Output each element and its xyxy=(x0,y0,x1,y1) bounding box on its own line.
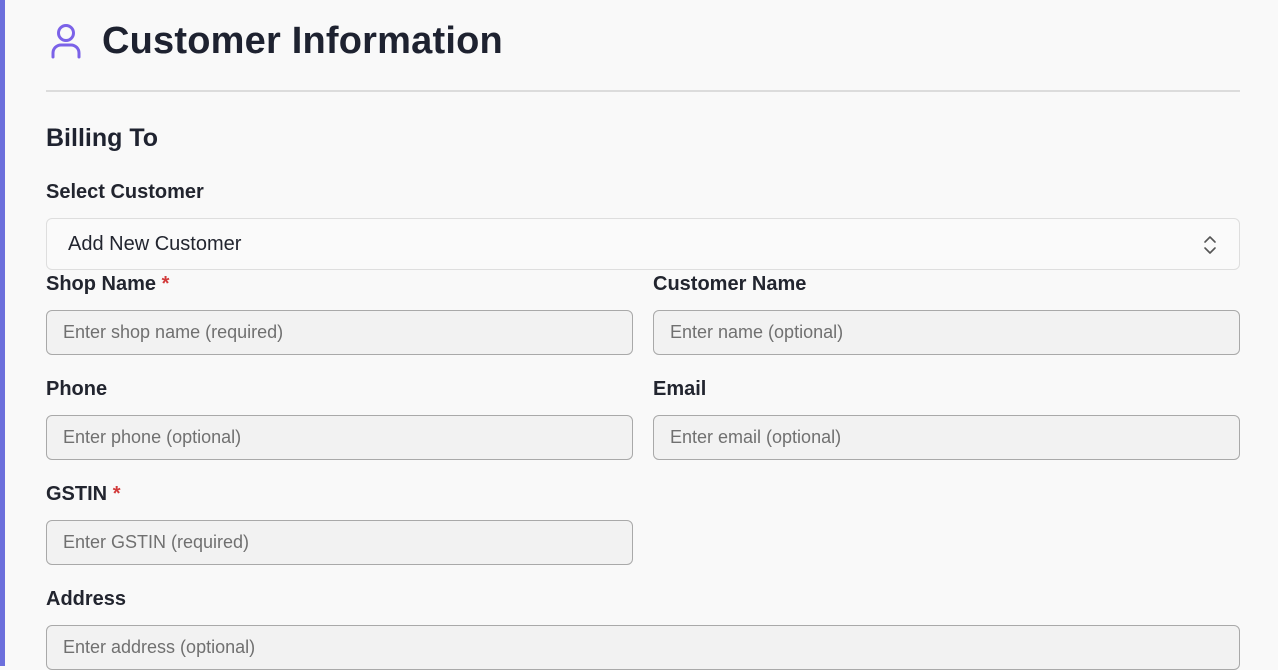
gstin-label: GSTIN * xyxy=(46,483,120,506)
page-title: Customer Information xyxy=(102,19,503,62)
shop-name-label-text: Shop Name xyxy=(46,273,157,295)
gstin-label-text: GSTIN xyxy=(46,483,108,505)
page-header: Customer Information xyxy=(46,0,1240,80)
chevron-up-down-icon xyxy=(1203,234,1217,256)
header-divider xyxy=(46,90,1240,92)
required-marker: * xyxy=(161,273,170,295)
shop-name-label: Shop Name * xyxy=(46,273,169,296)
customer-name-label: Customer Name xyxy=(653,273,807,295)
section-title: Billing To xyxy=(46,124,159,152)
gstin-input[interactable] xyxy=(46,520,633,565)
accent-bar xyxy=(0,0,5,666)
address-input[interactable] xyxy=(46,625,1240,670)
email-label: Email xyxy=(653,378,707,400)
user-icon xyxy=(46,21,86,61)
shop-name-input[interactable] xyxy=(46,310,633,355)
customer-select[interactable]: Add New Customer xyxy=(46,218,1240,270)
customer-select-value: Add New Customer xyxy=(68,232,242,255)
customer-info-panel: Customer Information Billing To Select C… xyxy=(46,0,1240,670)
address-label: Address xyxy=(46,588,127,610)
phone-input[interactable] xyxy=(46,415,633,460)
select-customer-label: Select Customer xyxy=(46,181,204,203)
email-input[interactable] xyxy=(653,415,1240,460)
phone-label: Phone xyxy=(46,378,108,400)
customer-name-input[interactable] xyxy=(653,310,1240,355)
required-marker: * xyxy=(112,483,121,505)
